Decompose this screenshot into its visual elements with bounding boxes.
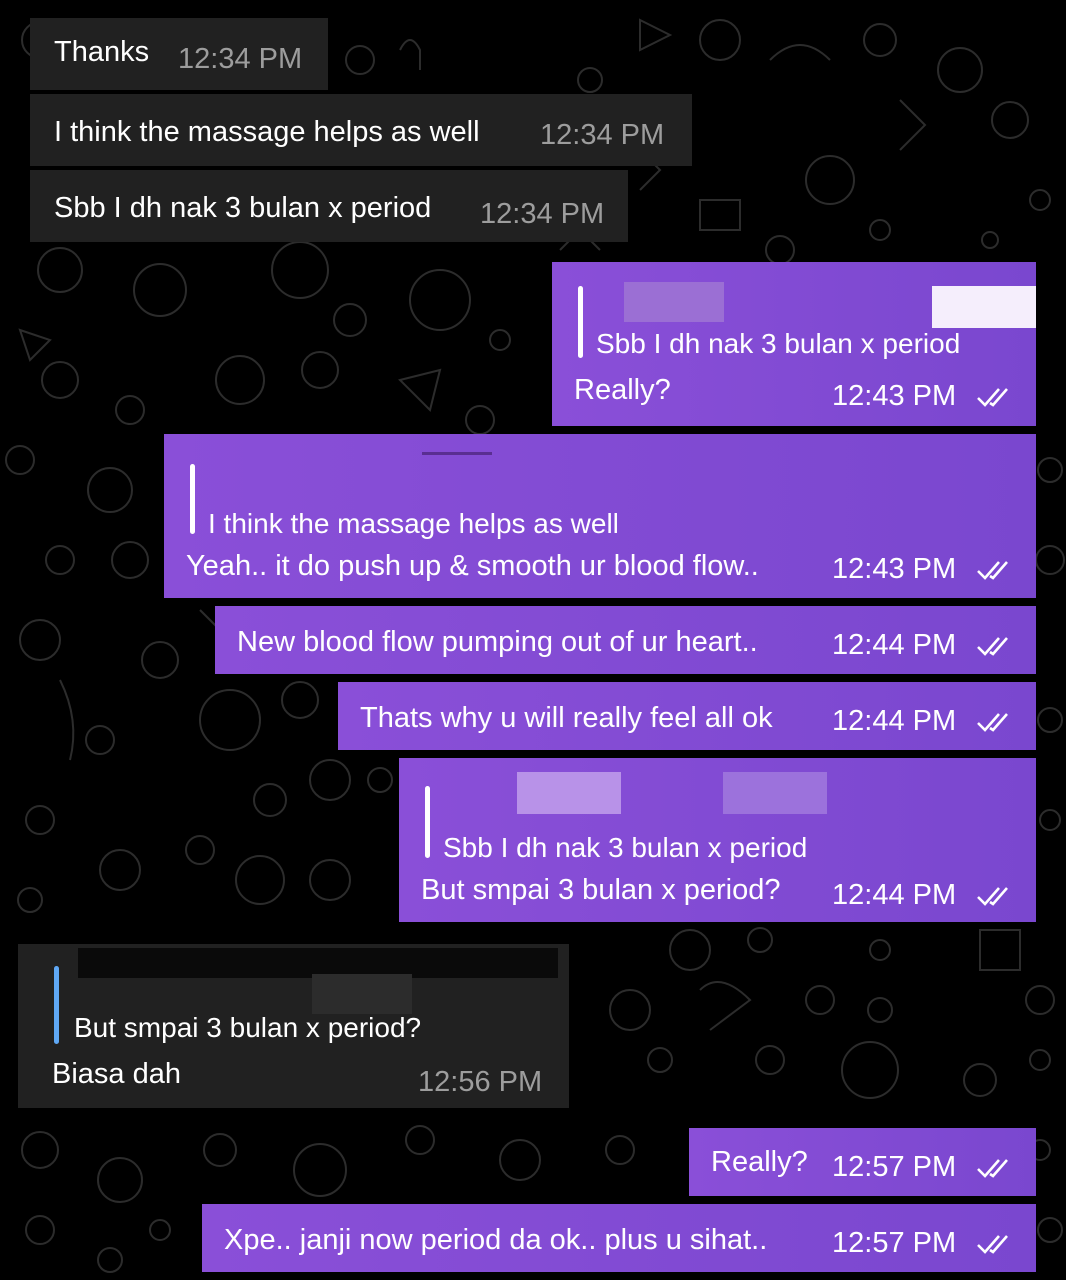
reply-quote-text[interactable]: Sbb I dh nak 3 bulan x period: [596, 328, 960, 360]
reply-quote-bar: [578, 286, 583, 358]
reply-quote-text[interactable]: But smpai 3 bulan x period?: [74, 1012, 421, 1044]
message-bubble-outgoing[interactable]: Thats why u will really feel all ok 12:4…: [338, 682, 1036, 750]
message-text: Xpe.. janji now period da ok.. plus u si…: [224, 1224, 768, 1256]
message-bubble-incoming[interactable]: But smpai 3 bulan x period? Biasa dah 12…: [18, 944, 569, 1108]
message-bubble-incoming[interactable]: Sbb I dh nak 3 bulan x period 12:34 PM: [30, 170, 628, 242]
double-check-icon: [977, 637, 1008, 656]
message-timestamp: 12:34 PM: [540, 119, 665, 151]
reply-quote-bar: [54, 966, 59, 1044]
message-timestamp: 12:34 PM: [178, 43, 303, 75]
message-timestamp: 12:34 PM: [480, 198, 605, 230]
double-check-icon: [977, 388, 1008, 407]
reply-quote-bar: [425, 786, 430, 858]
message-bubble-outgoing[interactable]: Sbb I dh nak 3 bulan x period Really? 12…: [552, 262, 1036, 426]
message-timestamp: 12:56 PM: [418, 1066, 543, 1098]
message-bubble-outgoing[interactable]: Xpe.. janji now period da ok.. plus u si…: [202, 1204, 1036, 1272]
message-bubble-outgoing[interactable]: Sbb I dh nak 3 bulan x period But smpai …: [399, 758, 1036, 922]
reply-quote-text[interactable]: Sbb I dh nak 3 bulan x period: [443, 832, 807, 864]
reply-quote-text[interactable]: I think the massage helps as well: [208, 508, 619, 540]
message-timestamp: 12:43 PM: [832, 380, 957, 412]
redacted-sender-name: [624, 282, 724, 322]
redacted-sender-name: [517, 772, 621, 814]
double-check-icon: [977, 713, 1008, 732]
message-text: Sbb I dh nak 3 bulan x period: [54, 192, 432, 224]
message-text: New blood flow pumping out of ur heart..: [237, 626, 758, 658]
message-timestamp: 12:57 PM: [832, 1227, 957, 1259]
redacted-sender-name: [723, 772, 827, 814]
message-text: Biasa dah: [52, 1058, 181, 1090]
message-bubble-incoming[interactable]: I think the massage helps as well 12:34 …: [30, 94, 692, 166]
message-timestamp: 12:43 PM: [832, 553, 957, 585]
message-bubble-incoming[interactable]: Thanks 12:34 PM: [30, 18, 328, 90]
message-timestamp: 12:44 PM: [832, 629, 957, 661]
message-text: Thanks: [54, 36, 150, 68]
message-text: Really?: [711, 1146, 808, 1178]
reply-quote-bar: [190, 464, 195, 534]
double-check-icon: [977, 887, 1008, 906]
message-text: Thats why u will really feel all ok: [360, 702, 773, 734]
message-bubble-outgoing[interactable]: New blood flow pumping out of ur heart..…: [215, 606, 1036, 674]
redacted-sender-name: [932, 286, 1036, 328]
double-check-icon: [977, 1235, 1008, 1254]
message-text: Yeah.. it do push up & smooth ur blood f…: [186, 550, 759, 582]
double-check-icon: [977, 561, 1008, 580]
message-bubble-outgoing[interactable]: I think the massage helps as well Yeah..…: [164, 434, 1036, 598]
message-text: Really?: [574, 374, 671, 406]
message-timestamp: 12:44 PM: [832, 879, 957, 911]
redacted-sender-name: [422, 452, 492, 455]
double-check-icon: [977, 1159, 1008, 1178]
message-timestamp: 12:57 PM: [832, 1151, 957, 1183]
message-text: I think the massage helps as well: [54, 116, 480, 148]
redacted-sender-name: [312, 974, 412, 1014]
message-text: But smpai 3 bulan x period?: [421, 874, 781, 906]
message-timestamp: 12:44 PM: [832, 705, 957, 737]
message-bubble-outgoing[interactable]: Really? 12:57 PM: [689, 1128, 1036, 1196]
